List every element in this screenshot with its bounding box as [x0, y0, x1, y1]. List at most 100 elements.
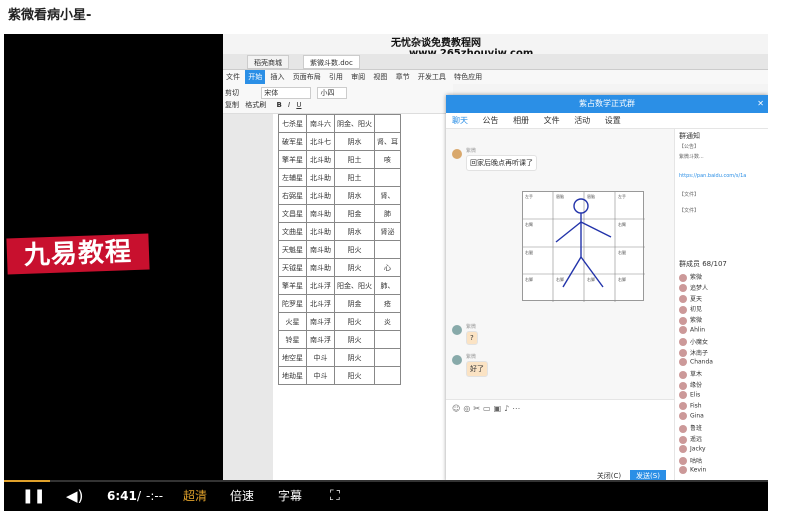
quality-button[interactable]: 超清	[183, 482, 207, 511]
menu-dev[interactable]: 开发工具	[415, 70, 449, 84]
font-size-select[interactable]: 小四	[317, 87, 348, 99]
member-name: 草木	[690, 371, 703, 379]
table-cell: 阳土	[334, 168, 375, 187]
table-cell: 北斗浮	[306, 294, 335, 313]
image-icon[interactable]: ▣	[494, 404, 505, 413]
diagram-label: 右脚	[587, 277, 595, 282]
cut-button[interactable]: 剪切	[225, 89, 239, 97]
table-cell: 阳火	[334, 240, 375, 259]
table-row: 文曲星 北斗助 阴水 肾泌	[278, 222, 401, 241]
member-avatar	[679, 435, 687, 444]
member-item[interactable]: 草木	[679, 369, 702, 379]
member-item[interactable]: Jacky	[679, 444, 706, 453]
member-item[interactable]: Ahlin	[679, 326, 705, 334]
tab-notice[interactable]: 公告	[477, 113, 505, 129]
tab-files[interactable]: 文件	[538, 113, 566, 129]
table-cell: 肾、耳	[374, 132, 401, 151]
member-item[interactable]: 咕咕	[679, 456, 702, 466]
doc-tab-store[interactable]: 稻壳商城	[247, 55, 289, 69]
message-sender: 紫微	[466, 148, 477, 154]
page: 紫微看病小星- 无忧杂谈免费教程网 www.265zhouyiw.com 稻壳商…	[0, 0, 797, 511]
member-item[interactable]: 缘份	[679, 380, 702, 390]
star-table: 七杀星 南斗六 阴金、阳火 破军星 北斗七 阴水 肾、耳 擎羊星 北斗助 阳土咳左辅星 北斗助 阳土右…	[278, 114, 401, 385]
close-icon[interactable]: ✕	[757, 95, 764, 113]
fullscreen-icon[interactable]: ⛶	[330, 482, 340, 511]
video-player[interactable]: 无忧杂谈免费教程网 www.265zhouyiw.com 稻壳商城 紫微斗数.d…	[4, 34, 768, 511]
chat-input-area[interactable]: ☺◎✂▭▣♪⋯ 关闭(C) 发送(S)	[446, 399, 674, 482]
diagram-label: 右腿	[618, 250, 626, 255]
doc-tab-active[interactable]: 紫微斗数.doc	[303, 55, 360, 69]
menu-layout[interactable]: 页面布局	[290, 70, 324, 84]
notice-line: 紫微斗数...	[679, 154, 704, 160]
member-item[interactable]: 沐南子	[679, 348, 708, 358]
menu-review[interactable]: 审阅	[348, 70, 368, 84]
menu-view[interactable]: 视图	[370, 70, 390, 84]
member-item[interactable]: 紫微	[679, 315, 702, 325]
table-row: 左辅星 北斗助 阳土	[278, 168, 401, 187]
table-cell: 破军星	[278, 132, 307, 151]
member-item[interactable]: 追梦人	[679, 283, 708, 293]
member-avatar	[679, 466, 687, 475]
member-item[interactable]: Fish	[679, 401, 702, 410]
table-row: 文昌星 南斗助 阳金肺	[278, 204, 401, 223]
emoji-icon[interactable]: ☺	[452, 404, 463, 413]
message-bubble: ?	[466, 331, 478, 345]
menu-file[interactable]: 文件	[223, 70, 243, 84]
table-cell	[374, 240, 401, 259]
wps-titlebar: 稻壳商城 紫微斗数.doc	[223, 54, 768, 70]
pause-icon[interactable]: ❚❚	[22, 482, 45, 511]
screenshot-icon[interactable]: ✂	[473, 404, 483, 413]
member-item[interactable]: 夏天	[679, 294, 702, 304]
table-cell: 阴水	[334, 222, 375, 241]
table-row: 破军星 北斗七 阴水 肾、耳	[278, 132, 401, 151]
table-cell: 南斗六	[306, 114, 335, 133]
table-row: 擎羊星 北斗浮 阳金、阳火 肺、	[278, 276, 401, 295]
table-cell: 地空星	[278, 348, 307, 367]
menu-special[interactable]: 特色应用	[451, 70, 485, 84]
menu-insert[interactable]: 插入	[267, 70, 287, 84]
menu-section[interactable]: 章节	[393, 70, 413, 84]
member-avatar	[679, 295, 687, 304]
tab-settings[interactable]: 设置	[599, 113, 627, 129]
member-item[interactable]: 鲁班	[679, 423, 702, 433]
member-item[interactable]: Gina	[679, 412, 704, 421]
member-item[interactable]: 紫微	[679, 272, 702, 282]
menu-reference[interactable]: 引用	[326, 70, 346, 84]
table-cell: 右弼星	[278, 186, 307, 205]
font-select[interactable]: 宋体	[261, 87, 312, 99]
member-item[interactable]: Elis	[679, 390, 700, 399]
table-cell: 天魁星	[278, 240, 307, 259]
italic-icon[interactable]: I	[288, 101, 290, 109]
table-cell: 火星	[278, 312, 307, 331]
more-icon[interactable]: ⋯	[512, 404, 523, 413]
table-cell: 疮	[374, 294, 401, 313]
member-item[interactable]: Chanda	[679, 358, 713, 367]
table-cell: 陀罗星	[278, 294, 307, 313]
table-cell: 阳金	[334, 204, 375, 223]
underline-icon[interactable]: U	[296, 101, 301, 109]
file-icon[interactable]: ▭	[483, 404, 494, 413]
document-area: 七杀星 南斗六 阴金、阳火 破军星 北斗七 阴水 肾、耳 擎羊星 北斗助 阳土咳左辅星 北斗助 阳土右…	[223, 114, 453, 482]
bold-icon[interactable]: B	[276, 101, 281, 109]
format-painter-button[interactable]: 格式刷	[245, 101, 266, 109]
member-item[interactable]: 遥远	[679, 434, 702, 444]
tab-album[interactable]: 相册	[507, 113, 535, 129]
member-name: 紫微	[690, 274, 703, 281]
member-item[interactable]: 初见	[679, 304, 702, 314]
volume-icon[interactable]: ◀)	[66, 482, 83, 511]
member-item[interactable]: 小魔女	[679, 337, 708, 347]
member-item[interactable]: Kevin	[679, 466, 706, 475]
gif-icon[interactable]: ◎	[463, 404, 473, 413]
message-list: 紫微 回家后晚点再听课了 左手 眉脑 眉脑 左手 右臂 右臂 右腿 右腿 右脚 …	[446, 129, 674, 399]
notice-link[interactable]: https://pan.baidu.com/s/1a	[679, 173, 746, 179]
copy-button[interactable]: 复制	[225, 101, 239, 109]
tab-activity[interactable]: 活动	[568, 113, 596, 129]
speed-button[interactable]: 倍速	[230, 482, 254, 511]
recorded-desktop: 无忧杂谈免费教程网 www.265zhouyiw.com 稻壳商城 紫微斗数.d…	[223, 34, 768, 482]
subtitle-button[interactable]: 字幕	[278, 482, 302, 511]
member-name: Jacky	[690, 445, 706, 453]
member-avatar	[679, 316, 687, 325]
member-name: 初见	[690, 306, 703, 314]
table-cell: 阴火	[334, 258, 375, 277]
menu-home[interactable]: 开始	[245, 70, 266, 84]
